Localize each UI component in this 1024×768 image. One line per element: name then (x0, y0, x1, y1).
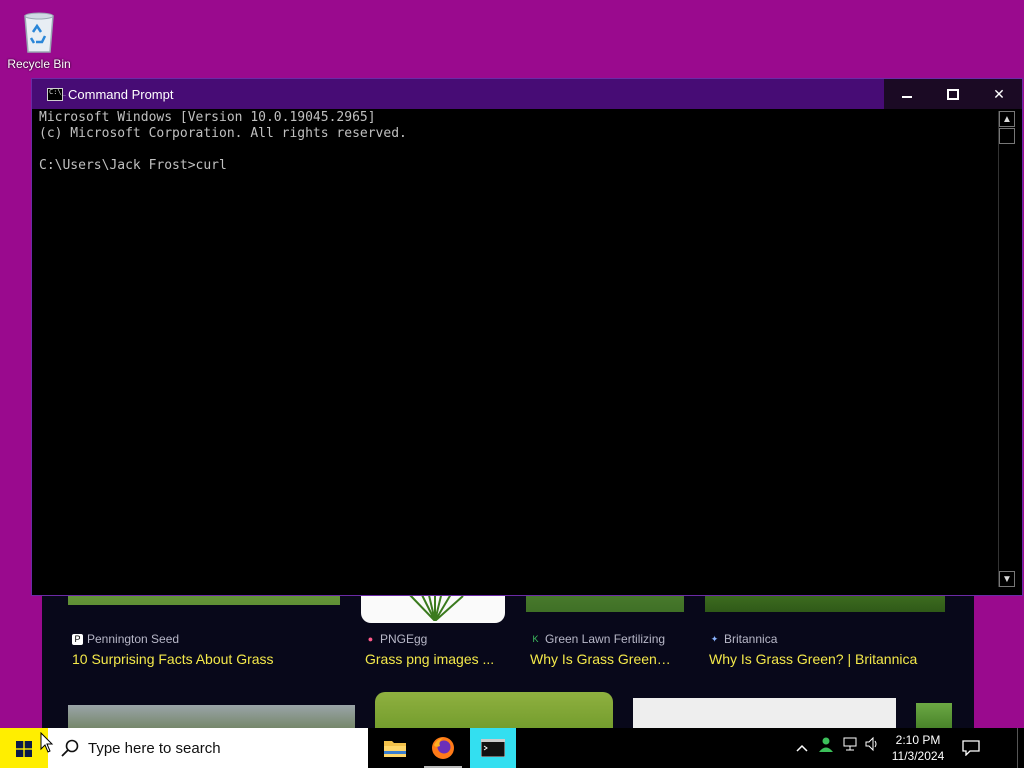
windows-logo-icon (16, 741, 32, 757)
clock-time: 2:10 PM (895, 733, 941, 747)
pngegg-favicon-icon: ● (367, 633, 374, 644)
console-scrollbar[interactable]: ▲ ▼ (998, 111, 1015, 587)
speaker-icon (865, 736, 877, 752)
close-icon: ✕ (993, 86, 1005, 102)
show-hidden-icons-button[interactable] (790, 728, 814, 768)
taskbar-firefox[interactable] (420, 728, 466, 768)
scroll-thumb[interactable] (999, 128, 1015, 144)
taskbar-clock[interactable]: 2:10 PM 11/3/2024 (886, 728, 950, 768)
close-button[interactable]: ✕ (976, 79, 1022, 109)
search-placeholder: Type here to search (88, 740, 221, 757)
result-title-2[interactable]: Grass png images ... (365, 651, 494, 667)
recycle-bin-icon (19, 8, 59, 54)
cmd-titlebar[interactable]: C:\_ Command Prompt ✕ (32, 79, 1022, 109)
taskbar-file-explorer[interactable] (372, 728, 418, 768)
recycle-bin-desktop-icon[interactable]: Recycle Bin (6, 8, 72, 71)
search-icon (61, 739, 79, 757)
minimize-icon (902, 96, 912, 98)
tray-network[interactable] (838, 728, 862, 768)
console-line: (c) Microsoft Corporation. All rights re… (39, 126, 407, 141)
pennington-favicon-icon: P (72, 633, 83, 645)
command-prompt-window[interactable]: C:\_ Command Prompt ✕ Microsoft Windows … (31, 78, 1023, 596)
clock-date: 11/3/2024 (891, 749, 945, 763)
console-line: ​ (39, 142, 998, 158)
chevron-up-icon (796, 744, 808, 752)
minimize-button[interactable] (884, 79, 930, 109)
taskbar: Type here to search 2:10 PM 11/3/2024 (0, 728, 1024, 768)
cmd-window-title: Command Prompt (68, 87, 174, 102)
taskbar-command-prompt[interactable] (470, 728, 516, 768)
result-source-3[interactable]: K Green Lawn Fertilizing (530, 632, 665, 646)
console-output[interactable]: Microsoft Windows [Version 10.0.19045.29… (39, 110, 998, 587)
folder-icon (384, 741, 406, 757)
tray-people[interactable] (814, 728, 838, 768)
cmd-taskbar-icon (481, 739, 505, 757)
person-icon (819, 737, 833, 752)
maximize-icon (947, 89, 959, 100)
maximize-button[interactable] (930, 79, 976, 109)
result-title-3[interactable]: Why Is Grass Green… (530, 651, 671, 667)
console-prompt-line[interactable]: C:\Users\Jack Frost>curl (39, 158, 998, 174)
show-desktop-button[interactable] (1017, 728, 1024, 768)
cmd-app-icon: C:\_ (47, 88, 66, 101)
scroll-up-icon[interactable]: ▲ (999, 111, 1015, 127)
result-source-2[interactable]: ● PNGEgg (365, 632, 428, 646)
scroll-down-icon[interactable]: ▼ (999, 571, 1015, 587)
result-source-1[interactable]: P Pennington Seed (72, 632, 179, 646)
mouse-cursor-icon (40, 732, 54, 753)
result-source-4[interactable]: ✦ Britannica (709, 632, 778, 646)
result-title-4[interactable]: Why Is Grass Green? | Britannica (709, 651, 917, 667)
recycle-bin-label: Recycle Bin (7, 57, 71, 71)
action-center-button[interactable] (956, 728, 986, 768)
britannica-favicon-icon: ✦ (710, 633, 719, 644)
network-icon (843, 737, 857, 751)
console-line: Microsoft Windows [Version 10.0.19045.29… (39, 110, 376, 125)
taskbar-search-box[interactable]: Type here to search (48, 728, 368, 768)
notification-icon (962, 740, 980, 756)
result-title-1[interactable]: 10 Surprising Facts About Grass (72, 651, 274, 667)
greenlawn-favicon-icon: K (532, 633, 539, 644)
tray-volume[interactable] (860, 728, 884, 768)
firefox-icon (432, 737, 454, 759)
